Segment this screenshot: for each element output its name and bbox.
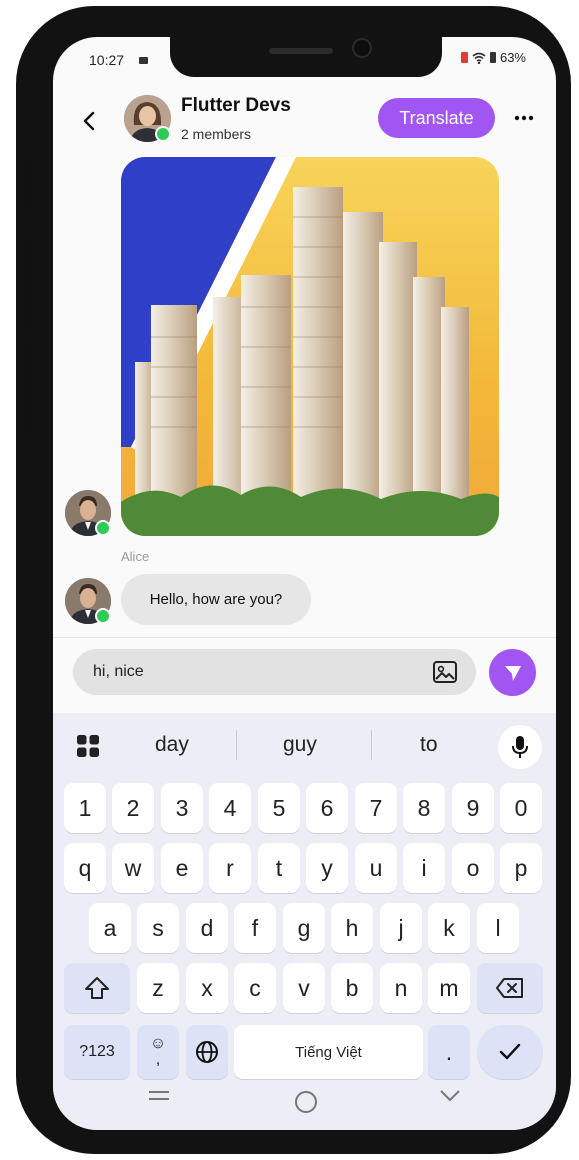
keyboard: day guy to 1 2 3 4 5 6 7 8 9 0 q w e r t… <box>53 713 556 1130</box>
camera <box>352 38 372 58</box>
key[interactable]: 6 <box>306 783 348 833</box>
suggestion-item[interactable]: to <box>420 733 438 757</box>
period-key[interactable]: . <box>428 1025 470 1079</box>
key[interactable]: k <box>428 903 470 953</box>
key[interactable]: c <box>234 963 276 1013</box>
buildings-photo <box>121 157 499 536</box>
backspace-key[interactable] <box>477 963 543 1013</box>
back-icon[interactable] <box>78 109 102 133</box>
message-input-text[interactable]: hi, nice <box>93 663 144 681</box>
shift-key[interactable] <box>64 963 130 1013</box>
key[interactable]: 0 <box>500 783 542 833</box>
key[interactable]: n <box>380 963 422 1013</box>
key[interactable]: h <box>331 903 373 953</box>
enter-key[interactable] <box>477 1025 543 1079</box>
language-key[interactable] <box>186 1025 228 1079</box>
back-nav-icon[interactable] <box>439 1089 461 1109</box>
key[interactable]: l <box>477 903 519 953</box>
status-icons: 63% <box>460 50 526 65</box>
key[interactable]: 5 <box>258 783 300 833</box>
chat-title: Flutter Devs <box>181 95 291 116</box>
online-indicator <box>95 608 111 624</box>
online-indicator <box>95 520 111 536</box>
key[interactable]: d <box>186 903 228 953</box>
key[interactable]: e <box>161 843 203 893</box>
key[interactable]: 4 <box>209 783 251 833</box>
microphone-icon <box>512 736 528 758</box>
key[interactable]: v <box>283 963 325 1013</box>
image-message[interactable] <box>121 157 499 536</box>
key[interactable]: q <box>64 843 106 893</box>
battery-percent: 63% <box>499 50 526 65</box>
screen: 10:27 63% Flutter Devs 2 members Transla… <box>53 37 556 1130</box>
home-icon[interactable] <box>293 1089 319 1115</box>
sim-icon <box>139 57 148 64</box>
battery-icon <box>489 52 496 63</box>
send-button[interactable] <box>489 649 536 696</box>
sender-name: Alice <box>121 549 150 564</box>
space-key[interactable]: Tiếng Việt <box>234 1025 423 1079</box>
key[interactable]: z <box>137 963 179 1013</box>
comma-label: , <box>155 1051 161 1068</box>
key[interactable]: p <box>500 843 542 893</box>
shift-icon <box>85 977 109 999</box>
side-button <box>25 344 33 430</box>
image-picker-icon[interactable] <box>432 660 458 684</box>
recent-apps-icon[interactable] <box>148 1089 170 1109</box>
speaker <box>269 48 333 54</box>
wifi-icon <box>472 52 486 64</box>
key[interactable]: u <box>355 843 397 893</box>
message-bubble[interactable]: Hello, how are you? <box>121 574 311 625</box>
emoji-icon: ☺ <box>149 1035 167 1052</box>
status-time: 10:27 <box>89 52 125 68</box>
suggestion-separator <box>236 730 237 760</box>
more-options-icon[interactable] <box>513 111 535 125</box>
symbols-key[interactable]: ?123 <box>64 1025 130 1079</box>
translate-button[interactable]: Translate <box>378 98 495 138</box>
checkmark-icon <box>499 1043 521 1060</box>
keyboard-apps-icon[interactable] <box>76 734 100 758</box>
suggestion-separator <box>371 730 372 760</box>
key[interactable]: g <box>283 903 325 953</box>
voice-input-button[interactable] <box>498 725 542 769</box>
key[interactable]: m <box>428 963 470 1013</box>
emoji-comma-key[interactable]: ☺ , <box>137 1025 179 1079</box>
suggestion-item[interactable]: guy <box>283 733 317 757</box>
key[interactable]: a <box>89 903 131 953</box>
member-count: 2 members <box>181 126 252 142</box>
send-icon <box>504 665 521 681</box>
notch <box>170 37 442 77</box>
notification-icon <box>460 52 468 63</box>
key[interactable]: t <box>258 843 300 893</box>
divider <box>53 637 556 638</box>
backspace-icon <box>496 978 523 998</box>
key[interactable]: 2 <box>112 783 154 833</box>
key[interactable]: j <box>380 903 422 953</box>
key[interactable]: s <box>137 903 179 953</box>
key[interactable]: 8 <box>403 783 445 833</box>
suggestion-item[interactable]: day <box>155 733 189 757</box>
key[interactable]: x <box>186 963 228 1013</box>
key[interactable]: 7 <box>355 783 397 833</box>
key[interactable]: 1 <box>64 783 106 833</box>
online-indicator <box>155 126 171 142</box>
key[interactable]: b <box>331 963 373 1013</box>
key[interactable]: o <box>452 843 494 893</box>
key[interactable]: f <box>234 903 276 953</box>
side-button <box>25 242 33 328</box>
globe-icon <box>196 1041 218 1063</box>
key[interactable]: w <box>112 843 154 893</box>
side-button <box>25 161 33 207</box>
key[interactable]: 9 <box>452 783 494 833</box>
key[interactable]: i <box>403 843 445 893</box>
key[interactable]: 3 <box>161 783 203 833</box>
key[interactable]: r <box>209 843 251 893</box>
message-input[interactable]: hi, nice <box>73 649 476 695</box>
key[interactable]: y <box>306 843 348 893</box>
